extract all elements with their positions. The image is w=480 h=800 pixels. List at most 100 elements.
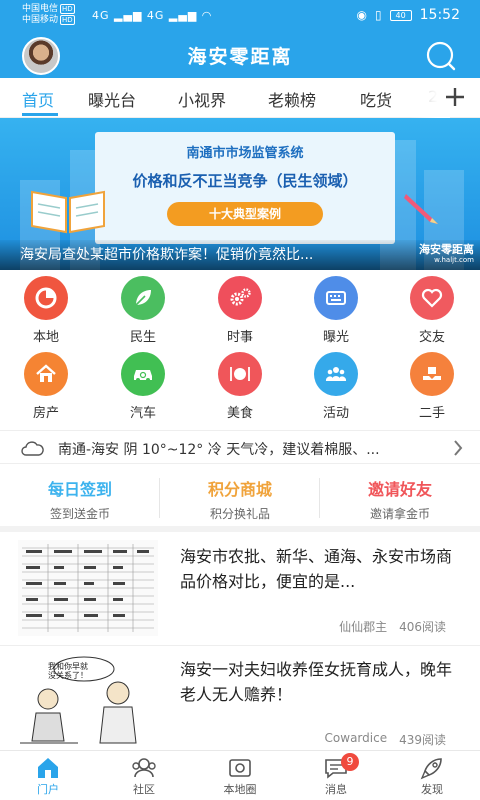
nav-messages[interactable]: 9 消息: [301, 753, 371, 797]
nav-discover[interactable]: 发现: [397, 755, 467, 797]
plus-icon[interactable]: [442, 84, 468, 110]
category-label: 本地: [32, 330, 59, 345]
banner-caption[interactable]: 海安局查处某超市价格欺诈案！促销价竟然比...: [20, 244, 390, 264]
news-item[interactable]: 海安市农批、新华、通海、永安市场商品价格对比，便宜的是... 仙仙郡主 406阅…: [0, 534, 480, 646]
category-label: 民生: [129, 330, 156, 345]
heart-icon: [410, 276, 454, 320]
hands-box-icon: [410, 352, 454, 396]
banner-card: 南通市市场监管系统 价格和反不正当竞争（民生领域） 十大典型案例: [95, 132, 395, 244]
invite-friends-button[interactable]: 邀请好友 邀请拿金币: [320, 470, 480, 526]
category-expose[interactable]: 曝光: [306, 276, 366, 345]
news-reads: 406阅读: [399, 620, 446, 634]
category-grid: 本地 民生 时事 曝光 交友 房产 汽车 美食 活动 二手: [0, 276, 480, 426]
news-item[interactable]: 我和你早就没关系了！ 海安一对夫妇收养侄女抚育成人，晚年老人无人赡养！ Cowa…: [0, 647, 480, 759]
app-screen: 中国电信 HD 中国移动 HD 4G ▂▄▆ 4G ▂▄▆ ◠ ◉ ▯ 40 15:…: [0, 0, 480, 800]
category-label: 交友: [418, 330, 445, 345]
news-reads: 439阅读: [399, 733, 446, 747]
nav-label: 本地圈: [223, 783, 257, 796]
pencil-icon: [404, 194, 438, 224]
book-icon: [31, 190, 105, 234]
category-food[interactable]: 美食: [210, 352, 270, 421]
unread-badge: 9: [341, 753, 359, 771]
banner-carousel[interactable]: 南通市市场监管系统 价格和反不正当竞争（民生领域） 十大典型案例 海安局查处某超…: [0, 118, 480, 270]
search-icon[interactable]: [424, 39, 458, 73]
comic-speech-text: 我和你早就没关系了！: [48, 662, 88, 680]
category-label: 二手: [418, 406, 445, 421]
tab-exposure[interactable]: 曝光台: [88, 87, 136, 111]
hd-badge-2: HD: [60, 15, 75, 25]
nav-community[interactable]: 社区: [109, 755, 179, 797]
banner-pill: 十大典型案例: [167, 202, 323, 226]
signal-icon: 4G ▂▄▆ 4G ▂▄▆ ◠: [92, 9, 213, 22]
leaf-icon: [121, 276, 165, 320]
category-label: 活动: [322, 406, 349, 421]
category-dating[interactable]: 交友: [402, 276, 462, 345]
people-icon: [314, 352, 358, 396]
category-label: 汽车: [129, 406, 156, 421]
app-header: 海安零距离: [0, 30, 480, 78]
bottom-nav: 门户 社区 本地圈 9 消息 发现: [0, 750, 480, 800]
hd-badge: HD: [60, 4, 75, 14]
daily-checkin-button[interactable]: 每日签到 签到送金币: [0, 470, 160, 526]
tab-mini-vision[interactable]: 小视界: [178, 87, 226, 111]
category-current-affairs[interactable]: 时事: [210, 276, 270, 345]
gears-icon: [218, 276, 262, 320]
category-second-hand[interactable]: 二手: [402, 352, 462, 421]
rocket-icon: [420, 758, 442, 780]
category-label: 曝光: [322, 330, 349, 345]
section-divider: [0, 526, 480, 532]
dining-icon: [218, 352, 262, 396]
carrier-1: 中国电信: [22, 4, 59, 14]
network-type-2: 4G: [146, 9, 165, 22]
category-livelihood[interactable]: 民生: [113, 276, 173, 345]
news-author: 仙仙郡主: [339, 620, 388, 634]
home-icon: [38, 758, 58, 778]
action-title: 积分商城: [207, 480, 272, 499]
carrier-2: 中国移动: [22, 15, 59, 25]
nav-label: 社区: [133, 783, 155, 796]
news-headline: 海安一对夫妇收养侄女抚育成人，晚年老人无人赡养！: [180, 660, 453, 704]
news-headline: 海安市农批、新华、通海、永安市场商品价格对比，便宜的是...: [180, 547, 453, 591]
action-subtitle: 积分换礼品: [209, 507, 270, 521]
chevron-right-icon[interactable]: [452, 438, 464, 458]
tab-foodie[interactable]: 吃货: [360, 87, 392, 111]
weather-bar[interactable]: 南通-海安 阴 10°~12° 冷 天气冷，建议着棉服、...: [0, 430, 480, 464]
action-subtitle: 邀请拿金币: [369, 507, 430, 521]
news-meta: Cowardice 439阅读: [325, 731, 446, 748]
carrier-info: 中国电信 HD 中国移动 HD: [22, 4, 75, 26]
keyboard-icon: [314, 276, 358, 320]
vibrate-icon: ▯: [375, 8, 382, 22]
nav-local-circle[interactable]: 本地圈: [205, 755, 275, 797]
photo-icon: [229, 759, 251, 777]
cloud-icon: [21, 441, 44, 456]
nav-portal[interactable]: 门户: [13, 755, 83, 797]
category-property[interactable]: 房产: [16, 352, 76, 421]
community-icon: [132, 758, 156, 778]
news-author: Cowardice: [324, 731, 388, 745]
action-title: 邀请好友: [367, 480, 432, 499]
house-icon: [24, 352, 68, 396]
channel-tabs: 首页 曝光台 小视界 老赖榜 吃货 2: [0, 78, 480, 118]
category-car[interactable]: 汽车: [113, 352, 173, 421]
nav-label: 发现: [421, 783, 443, 796]
watermark-url: w.haljt.com: [434, 256, 474, 264]
tab-debtor-list[interactable]: 老赖榜: [268, 87, 316, 111]
category-activity[interactable]: 活动: [306, 352, 366, 421]
nav-label: 消息: [325, 783, 347, 796]
comic-thumbnail: [18, 653, 158, 749]
quick-actions: 每日签到 签到送金币 积分商城 积分换礼品 邀请好友 邀请拿金币: [0, 470, 480, 526]
watermark: 海安零距离 w.haljt.com: [419, 244, 474, 266]
banner-line2: 价格和反不正当竞争（民生领域）: [132, 172, 358, 190]
category-label: 时事: [226, 330, 253, 345]
nav-label: 门户: [37, 783, 59, 796]
category-local[interactable]: 本地: [16, 276, 76, 345]
points-mall-button[interactable]: 积分商城 积分换礼品: [160, 470, 320, 526]
clock: 15:52: [419, 7, 460, 23]
tab-home[interactable]: 首页: [22, 87, 54, 111]
battery-icon: 40: [389, 9, 412, 21]
category-label: 房产: [32, 406, 59, 421]
status-right: ◉ ▯ 40 15:52: [357, 7, 460, 23]
category-label: 美食: [226, 406, 253, 421]
status-bar: 中国电信 HD 中国移动 HD 4G ▂▄▆ 4G ▂▄▆ ◠ ◉ ▯ 40 15:…: [0, 0, 480, 30]
app-title: 海安零距离: [187, 46, 293, 68]
